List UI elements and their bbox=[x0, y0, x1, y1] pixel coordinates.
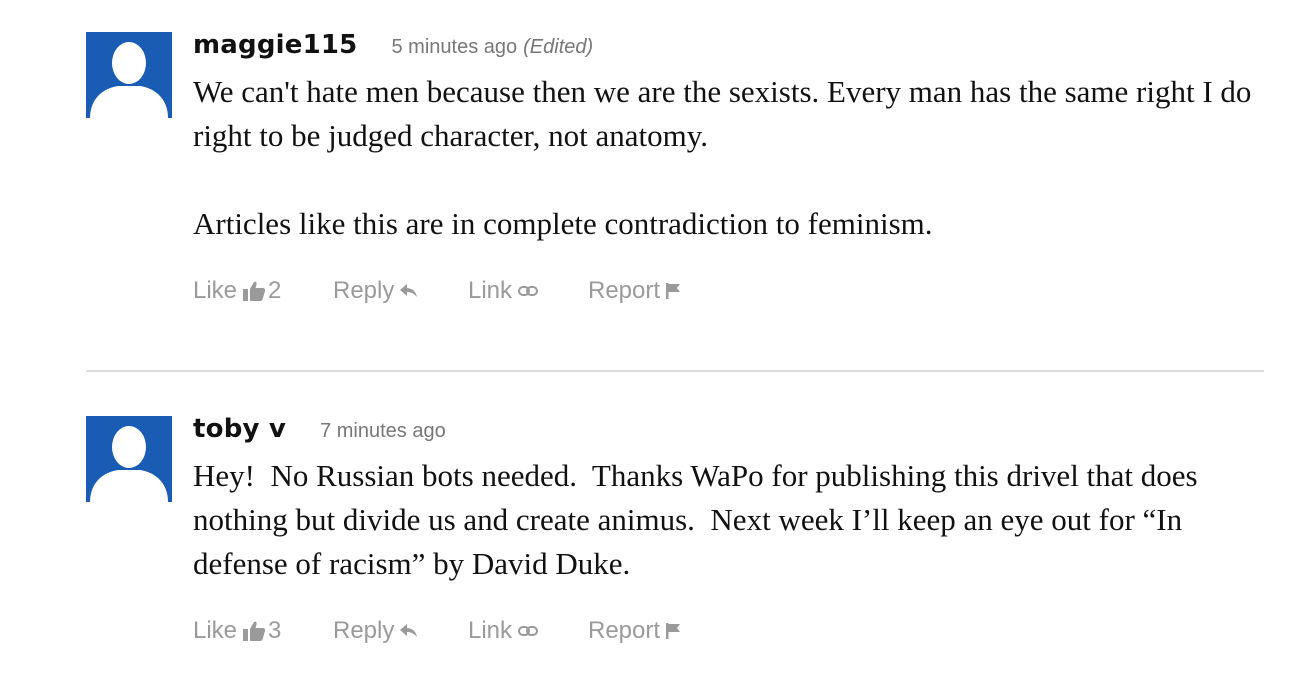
reply-button[interactable]: Reply bbox=[333, 617, 468, 645]
report-label: Report bbox=[588, 277, 661, 304]
like-label: Like bbox=[193, 277, 238, 304]
timestamp[interactable]: 5 minutes ago (Edited) bbox=[391, 36, 593, 59]
reply-arrow-icon bbox=[400, 284, 418, 298]
comment-header: maggie115 5 minutes ago (Edited) bbox=[193, 30, 593, 60]
link-label: Link bbox=[468, 617, 513, 644]
chain-link-icon bbox=[518, 625, 539, 637]
comment-body: We can't hate men because then we are th… bbox=[193, 70, 1273, 246]
comment-paragraph: We can't hate men because then we are th… bbox=[193, 74, 1252, 153]
timestamp-text: 5 minutes ago bbox=[391, 36, 518, 58]
flag-icon bbox=[666, 623, 681, 639]
username[interactable]: toby v bbox=[193, 414, 286, 444]
timestamp[interactable]: 7 minutes ago bbox=[320, 420, 446, 443]
comment-actions: Like 2 Reply Link Report bbox=[193, 277, 708, 305]
like-count: 3 bbox=[268, 617, 282, 644]
like-count: 2 bbox=[268, 277, 282, 304]
flag-icon bbox=[666, 283, 681, 299]
reply-label: Reply bbox=[333, 277, 395, 304]
user-silhouette-icon bbox=[90, 42, 168, 118]
username[interactable]: maggie115 bbox=[193, 30, 357, 60]
chain-link-icon bbox=[518, 285, 539, 297]
comment-paragraph: Articles like this are in complete contr… bbox=[193, 206, 933, 241]
reply-label: Reply bbox=[333, 617, 395, 644]
comment: maggie115 5 minutes ago (Edited) We can't… bbox=[0, 0, 1298, 370]
comment-actions: Like 3 Reply Link Report bbox=[193, 617, 708, 645]
report-label: Report bbox=[588, 617, 661, 644]
comment: toby v 7 minutes ago Hey! No Russian bot… bbox=[0, 372, 1298, 694]
edited-label: (Edited) bbox=[523, 36, 594, 58]
link-button[interactable]: Link bbox=[468, 277, 588, 305]
thumbs-up-icon bbox=[243, 281, 266, 301]
like-label: Like bbox=[193, 617, 238, 644]
link-button[interactable]: Link bbox=[468, 617, 588, 645]
thumbs-up-icon bbox=[243, 621, 266, 641]
like-button[interactable]: Like 2 bbox=[193, 277, 333, 305]
user-silhouette-icon bbox=[90, 426, 168, 502]
report-button[interactable]: Report bbox=[588, 277, 708, 305]
link-label: Link bbox=[468, 277, 513, 304]
timestamp-text: 7 minutes ago bbox=[320, 420, 446, 442]
reply-arrow-icon bbox=[400, 624, 418, 638]
report-button[interactable]: Report bbox=[588, 617, 708, 645]
comment-body: Hey! No Russian bots needed. Thanks WaPo… bbox=[193, 454, 1273, 586]
like-button[interactable]: Like 3 bbox=[193, 617, 333, 645]
avatar[interactable] bbox=[86, 32, 172, 118]
comment-header: toby v 7 minutes ago bbox=[193, 414, 446, 444]
avatar[interactable] bbox=[86, 416, 172, 502]
comment-paragraph: Hey! No Russian bots needed. Thanks WaPo… bbox=[193, 458, 1206, 581]
reply-button[interactable]: Reply bbox=[333, 277, 468, 305]
